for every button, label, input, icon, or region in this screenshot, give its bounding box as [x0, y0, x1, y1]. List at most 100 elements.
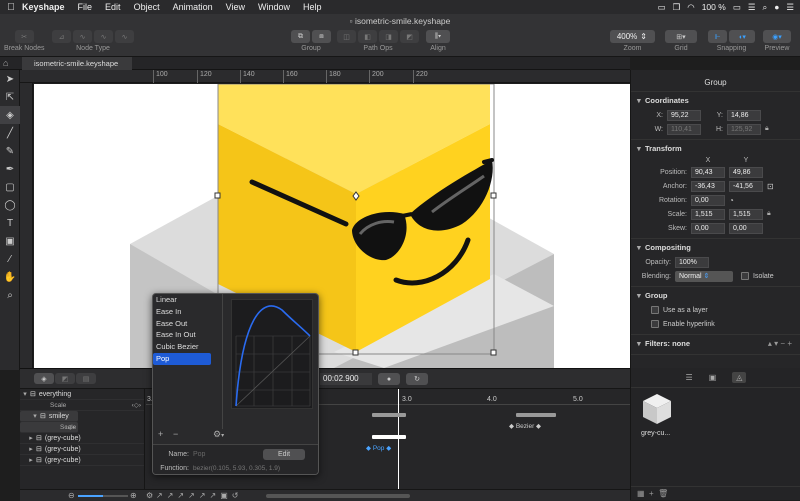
stepper-icon[interactable]: ⇕ [640, 32, 647, 41]
apple-icon[interactable]:  [0, 2, 22, 13]
list-tab-icon[interactable]: ☰ [686, 373, 693, 382]
node-type-corner-button[interactable]: ⊿ [52, 30, 71, 43]
menu-help[interactable]: Help [303, 2, 322, 12]
timeline-scrollbar[interactable] [266, 494, 410, 498]
grid-button[interactable]: ⊞▾ [665, 30, 697, 43]
enable-hyperlink-checkbox[interactable] [651, 320, 659, 328]
easing-in-icon[interactable]: ↗ [167, 491, 174, 500]
library-item[interactable]: grey-cu... [641, 392, 677, 452]
skew-x-field[interactable]: 0,00 [691, 222, 725, 234]
lock-icon[interactable]: 🔒︎ [765, 125, 769, 133]
easing-item-ease-in-out[interactable]: Ease In Out [153, 329, 222, 341]
x-field[interactable]: 95,22 [667, 109, 701, 121]
easing-out-icon[interactable]: ↗ [177, 491, 184, 500]
preview-button[interactable]: ◉▾ [763, 30, 791, 43]
compositing-header[interactable]: ▾ Compositing [637, 243, 794, 252]
subtract-button[interactable]: ◧ [358, 30, 377, 43]
easing-item-pop[interactable]: Pop [153, 352, 211, 365]
property-row[interactable]: Scale ‹◇› [20, 422, 78, 433]
node-type-smooth-button[interactable]: ∿ [73, 30, 92, 43]
anchor-y-field[interactable]: -41,56 [729, 180, 763, 192]
transform-header[interactable]: ▾ Transform [637, 144, 794, 153]
zoom-out-icon[interactable]: ⊖ [68, 491, 75, 500]
easing-linear-icon[interactable]: ↗ [156, 491, 163, 500]
scale-x-field[interactable]: 1,515 [691, 208, 725, 220]
coordinates-header[interactable]: ▾ Coordinates [637, 96, 794, 105]
disclosure-icon[interactable]: ▸ [26, 445, 36, 453]
symbol-tab-icon[interactable]: ◬ [732, 372, 747, 383]
position-y-field[interactable]: 49,86 [729, 166, 763, 178]
remove-easing-button[interactable]: − [173, 429, 178, 439]
wifi-icon[interactable]: ◠ [687, 2, 694, 13]
text-tool-icon[interactable]: T [0, 214, 20, 232]
remove-filter-icon[interactable]: − [780, 339, 785, 348]
loop-button[interactable]: ↻ [406, 373, 428, 385]
blending-select[interactable]: Normal ⇕ [675, 270, 733, 282]
add-filter-icon[interactable]: + [787, 339, 792, 348]
motion-path-button[interactable]: ◩ [55, 373, 75, 384]
layer-row[interactable]: ▸ ⊟ (grey-cube) [20, 433, 144, 444]
image-tab-icon[interactable]: ▣ [709, 373, 717, 382]
h-field[interactable]: 125,92 [727, 123, 761, 135]
artwork[interactable] [34, 84, 630, 368]
search-icon[interactable]: ⌕ [762, 2, 767, 13]
easing-custom-icon[interactable]: ↗ [199, 491, 206, 500]
zoom-field[interactable]: 400% ⇕ [610, 30, 655, 43]
menu-app[interactable]: Keyshape [22, 2, 65, 12]
easing-hold-icon[interactable]: ↗ [210, 491, 217, 500]
disclosure-icon[interactable]: ▸ [26, 434, 36, 442]
easing-item-linear[interactable]: Linear [153, 294, 222, 306]
canvas[interactable] [34, 84, 630, 368]
easing-settings-button[interactable]: ⚙▾ [213, 429, 224, 440]
position-x-field[interactable]: 90,43 [691, 166, 725, 178]
selection-handle[interactable] [490, 349, 497, 356]
layer-row[interactable]: ▸ ⊟ (grey-cube) [20, 444, 144, 455]
battery-label[interactable]: 100 % [702, 2, 726, 12]
document-tab[interactable]: isometric-smile.keyshape [22, 57, 132, 70]
pen-tool-icon[interactable]: ✒ [0, 160, 20, 178]
disclosure-icon[interactable]: ▾ [637, 291, 645, 300]
easing-popup-icon[interactable]: ▣ [220, 491, 228, 500]
keyframe-span[interactable] [372, 413, 406, 417]
disclosure-icon[interactable]: ▾ [637, 144, 645, 153]
scale-lock-icon[interactable]: 🔒︎ [767, 210, 771, 218]
selection-handle[interactable] [352, 349, 359, 356]
isolate-checkbox[interactable] [741, 272, 749, 280]
move-down-icon[interactable]: ▾ [774, 339, 778, 348]
image-tool-icon[interactable]: ▣ [0, 232, 20, 250]
disclosure-icon[interactable]: ▾ [637, 243, 645, 252]
rotation-field[interactable]: 0,00 [691, 194, 725, 206]
pencil-tool-icon[interactable]: ✎ [0, 142, 20, 160]
time-field[interactable]: 00:02.900 [320, 373, 372, 385]
keyframe-span-selected[interactable] [372, 435, 406, 439]
scale-y-field[interactable]: 1,515 [729, 208, 763, 220]
node-type-symmetric-button[interactable]: ∿ [94, 30, 113, 43]
opacity-field[interactable]: 100% [675, 256, 709, 268]
selection-handle[interactable] [214, 192, 221, 199]
edit-easing-button[interactable]: Edit [263, 448, 305, 460]
disclosure-icon[interactable]: ▾ [637, 339, 645, 348]
graph-mode-button[interactable]: ▤ [76, 373, 96, 384]
rotation-dial-icon[interactable]: ◔ [729, 196, 734, 205]
add-easing-button[interactable]: + [158, 429, 163, 439]
snap-options-button[interactable]: ◖▾ [729, 30, 755, 43]
disclosure-icon[interactable]: ▾ [30, 411, 40, 422]
selection-handle[interactable] [490, 192, 497, 199]
keyframe-nav-icon[interactable]: ‹◇› [132, 401, 141, 409]
exclude-button[interactable]: ◩ [400, 30, 419, 43]
anchor-picker-icon[interactable]: ⊡ [767, 182, 774, 191]
grid-view-icon[interactable]: ▦ [637, 489, 645, 498]
battery-icon[interactable]: ▭ [733, 2, 741, 13]
direct-select-tool-icon[interactable]: ⇱ [0, 88, 20, 106]
y-field[interactable]: 14,86 [727, 109, 761, 121]
settings-icon[interactable]: ⚙ [146, 491, 153, 500]
anchor-x-field[interactable]: -36,43 [691, 180, 725, 192]
use-as-layer-checkbox[interactable] [651, 306, 659, 314]
select-tool-icon[interactable]: ➤ [0, 70, 20, 88]
menu-view[interactable]: View [226, 2, 245, 12]
keyframe-span[interactable] [516, 413, 556, 417]
ellipse-tool-icon[interactable]: ◯ [0, 196, 20, 214]
easing-item-ease-out[interactable]: Ease Out [153, 318, 222, 330]
easing-item-cubic-bezier[interactable]: Cubic Bezier [153, 341, 222, 353]
layers-icon[interactable]: ❒ [673, 2, 681, 13]
